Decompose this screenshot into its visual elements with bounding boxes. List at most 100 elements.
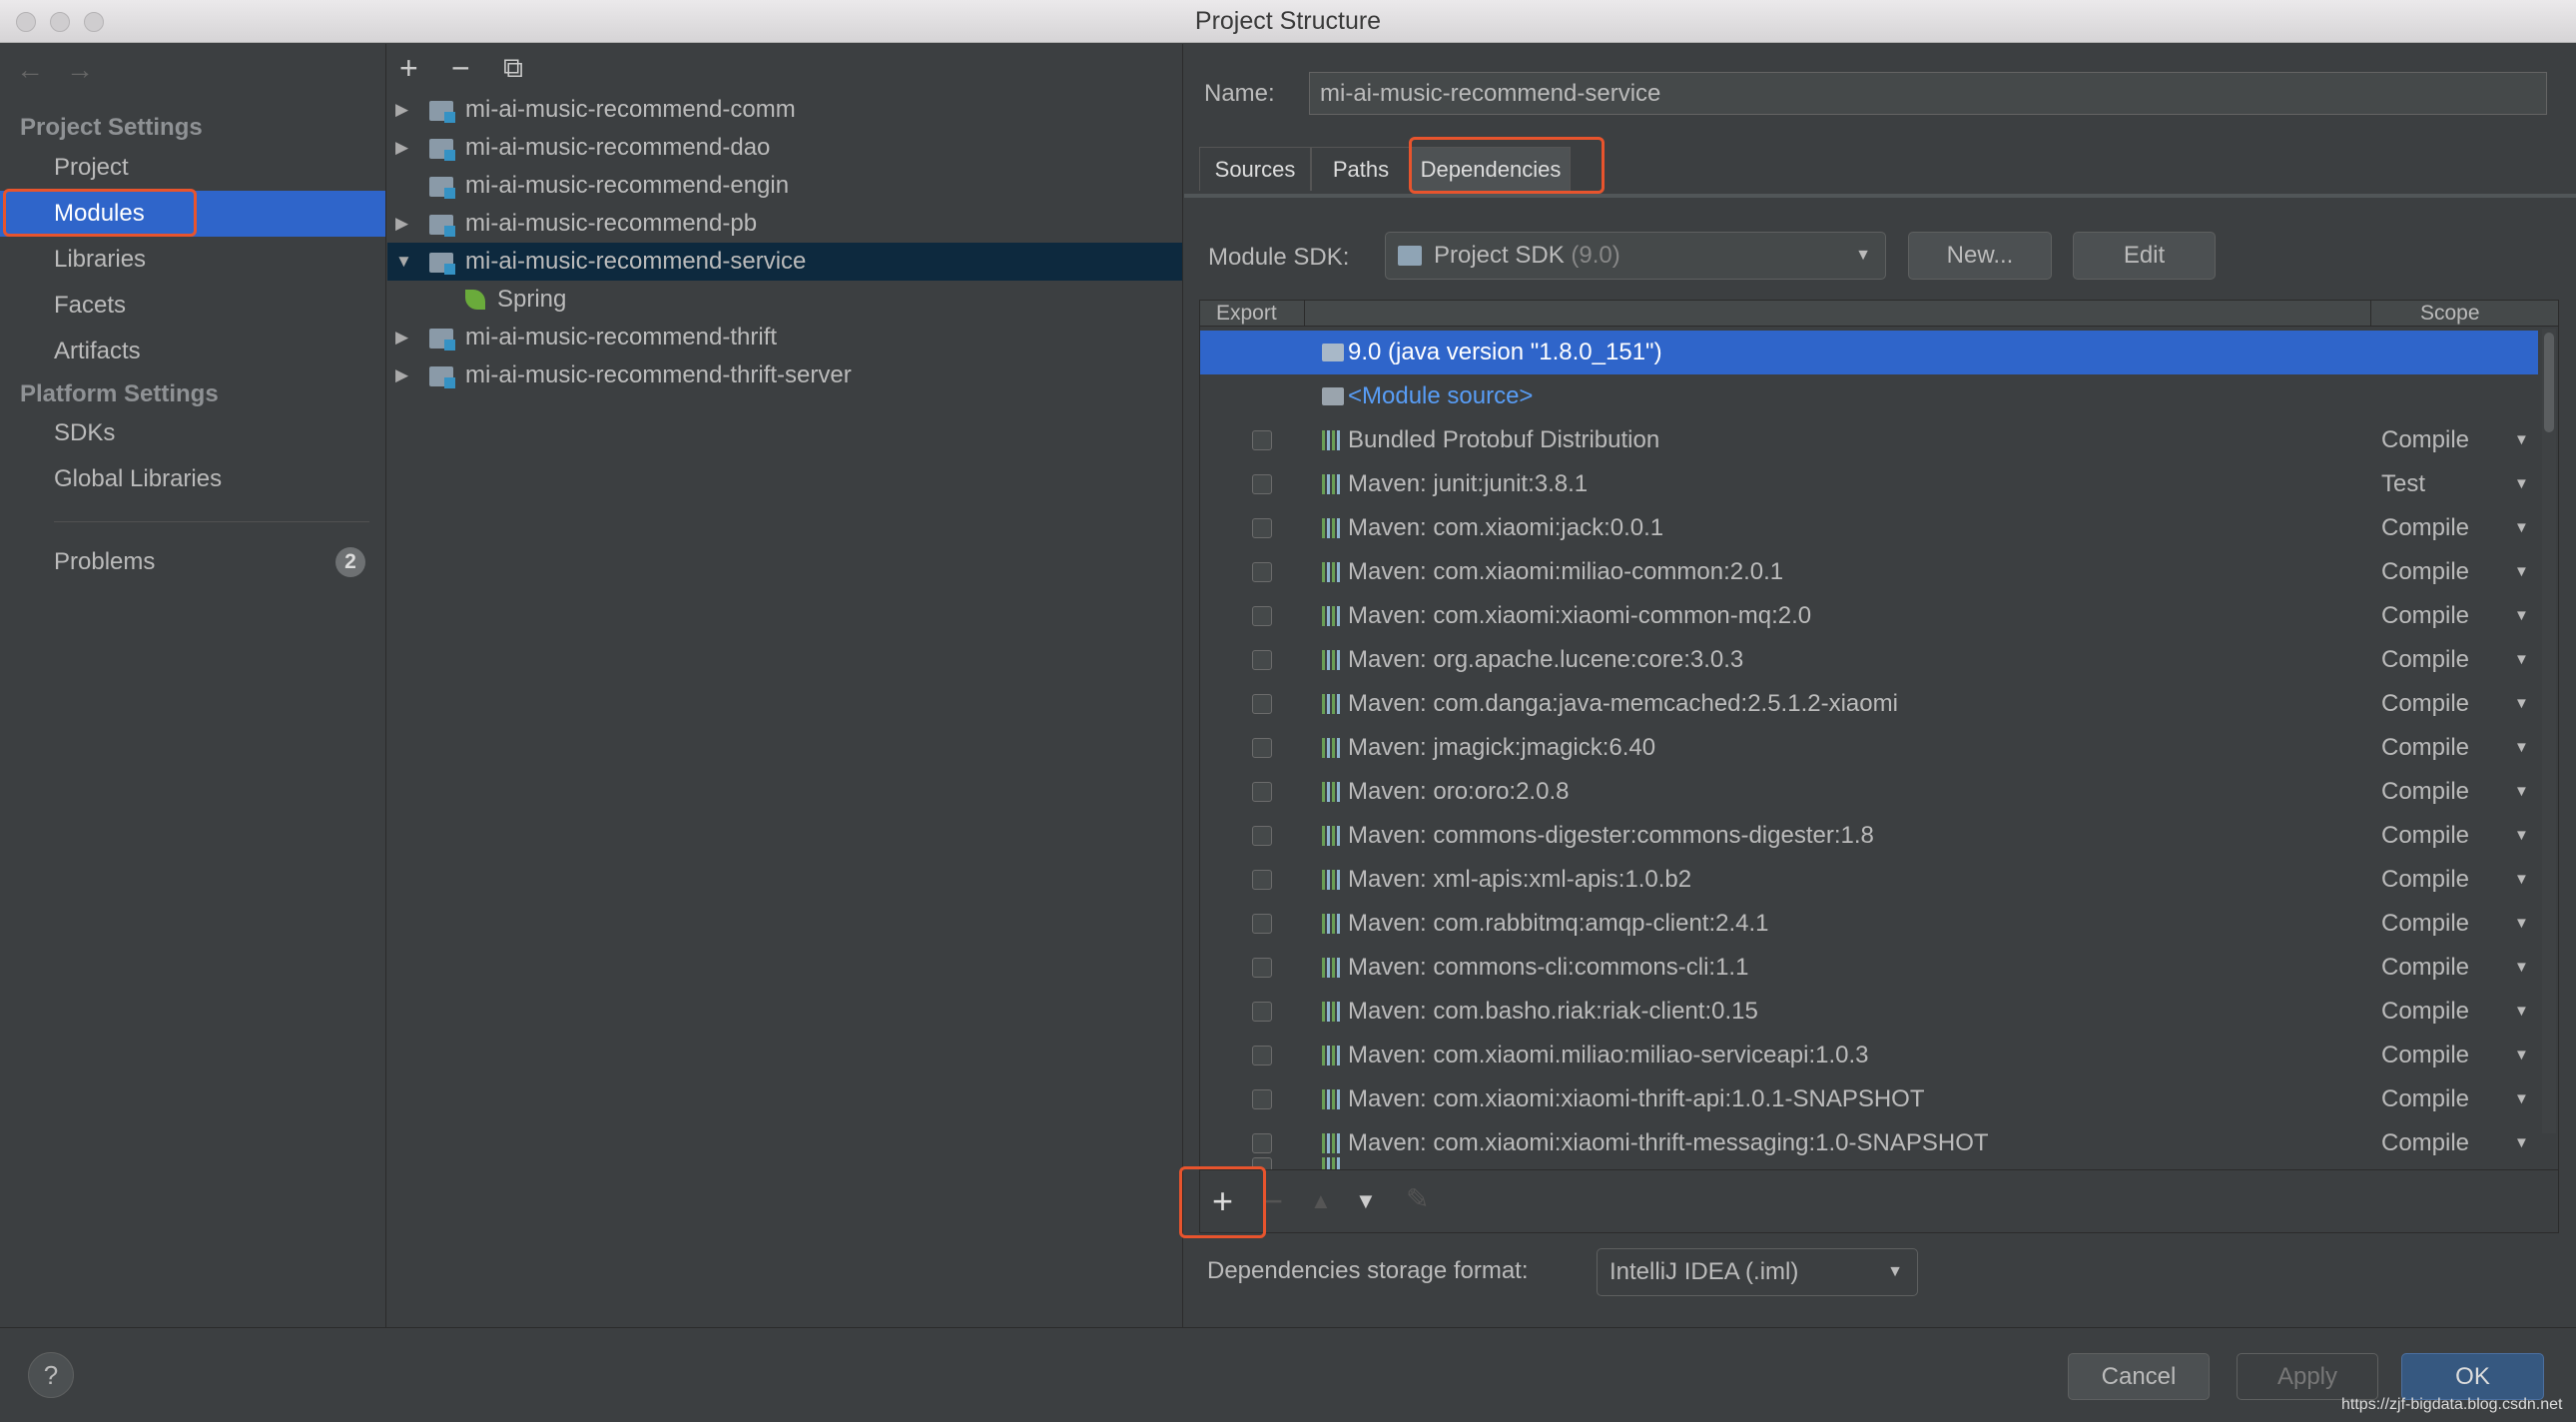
minimize-window-button[interactable] [50,12,70,32]
scope-dropdown[interactable]: Compile [2381,858,2469,902]
chevron-down-icon[interactable]: ▼ [2514,814,2529,858]
tree-item[interactable]: ▶ mi-ai-music-recommend-dao [387,129,1182,167]
export-checkbox[interactable] [1252,474,1272,494]
export-checkbox[interactable] [1252,650,1272,670]
table-row[interactable]: Maven: com.xiaomi.miliao:miliao-servicea… [1200,1034,2538,1077]
module-name-input[interactable] [1309,72,2547,115]
ok-button[interactable]: OK [2401,1353,2544,1400]
export-checkbox[interactable] [1252,606,1272,626]
table-row[interactable]: Bundled Protobuf Distribution Compile ▼ [1200,418,2538,462]
chevron-down-icon[interactable]: ▼ [2514,858,2529,902]
move-down-button[interactable]: ▼ [1355,1188,1377,1214]
apply-button[interactable]: Apply [2237,1353,2378,1400]
table-row[interactable]: Maven: junit:junit:3.8.1 Test ▼ [1200,462,2538,506]
storage-format-dropdown[interactable]: IntelliJ IDEA (.iml) ▼ [1597,1248,1918,1296]
scope-dropdown[interactable]: Compile [2381,990,2469,1034]
export-checkbox[interactable] [1252,430,1272,450]
sidebar-item-facets[interactable]: Facets [0,283,385,329]
export-column-header[interactable]: Export [1216,301,1277,327]
tab-sources[interactable]: Sources [1199,147,1311,191]
move-up-button[interactable]: ▲ [1310,1188,1332,1214]
scope-dropdown[interactable]: Compile [2381,1077,2469,1121]
sidebar-item-problems[interactable]: Problems [0,539,385,585]
tree-item[interactable]: ▶ mi-ai-music-recommend-thrift [387,319,1182,356]
sidebar-item-project[interactable]: Project [0,145,385,191]
chevron-down-icon[interactable]: ▼ [2514,506,2529,550]
sidebar-item-artifacts[interactable]: Artifacts [0,329,385,374]
sidebar-item-libraries[interactable]: Libraries [0,237,385,283]
chevron-down-icon[interactable]: ▼ [2514,418,2529,462]
table-row[interactable]: Maven: jmagick:jmagick:6.40 Compile ▼ [1200,726,2538,770]
table-row[interactable]: Maven: com.rabbitmq:amqp-client:2.4.1 Com… [1200,902,2538,946]
copy-icon[interactable]: ⧉ [503,52,523,85]
chevron-down-icon[interactable]: ▼ [2514,946,2529,990]
chevron-down-icon[interactable]: ▼ [2514,550,2529,594]
maximize-window-button[interactable] [84,12,104,32]
table-row[interactable]: Maven: com.basho.riak:riak-client:0.15 Co… [1200,990,2538,1034]
expand-arrow-icon[interactable]: ▶ [395,205,408,243]
table-row[interactable]: Maven: com.xiaomi:xiaomi-common-mq:2.0 Co… [1200,594,2538,638]
expand-arrow-icon[interactable]: ▶ [395,356,408,394]
chevron-down-icon[interactable]: ▼ [2514,726,2529,770]
edit-dependency-button[interactable]: ✎ [1406,1182,1429,1215]
edit-sdk-button[interactable]: Edit [2073,232,2216,280]
table-row[interactable]: Maven: oro:oro:2.0.8 Compile ▼ [1200,770,2538,814]
forward-arrow-icon[interactable]: → [66,54,94,86]
export-checkbox[interactable] [1252,782,1272,802]
module-sdk-dropdown[interactable]: Project SDK (9.0) ▼ [1385,232,1886,280]
chevron-down-icon[interactable]: ▼ [2514,638,2529,682]
export-checkbox[interactable] [1252,914,1272,934]
scope-dropdown[interactable]: Compile [2381,638,2469,682]
scope-dropdown[interactable]: Compile [2381,506,2469,550]
table-scrollbar[interactable] [2542,329,2556,1133]
expand-arrow-icon[interactable]: ▼ [395,243,412,281]
scope-dropdown[interactable]: Compile [2381,594,2469,638]
chevron-down-icon[interactable]: ▼ [2514,594,2529,638]
sidebar-item-global-libraries[interactable]: Global Libraries [0,456,385,502]
export-checkbox[interactable] [1252,958,1272,978]
scope-dropdown[interactable]: Compile [2381,946,2469,990]
export-checkbox[interactable] [1252,870,1272,890]
scope-dropdown[interactable]: Compile [2381,550,2469,594]
scope-dropdown[interactable]: Compile [2381,770,2469,814]
table-row[interactable]: Maven: commons-digester:commons-digester… [1200,814,2538,858]
close-window-button[interactable] [16,12,36,32]
remove-icon[interactable]: − [451,50,470,87]
tree-item[interactable]: mi-ai-music-recommend-engin [387,167,1182,205]
scope-dropdown[interactable]: Compile [2381,1034,2469,1077]
tree-item[interactable]: ▶ mi-ai-music-recommend-thrift-server [387,356,1182,394]
chevron-down-icon[interactable]: ▼ [2514,682,2529,726]
table-row[interactable]: 9.0 (java version "1.8.0_151") [1200,331,2538,374]
chevron-down-icon[interactable]: ▼ [2514,1077,2529,1121]
table-row[interactable]: Maven: com.xiaomi:jack:0.0.1 Compile ▼ [1200,506,2538,550]
scope-column-header[interactable]: Scope [2420,301,2480,327]
scope-dropdown[interactable]: Compile [2381,682,2469,726]
table-row[interactable]: Maven: org.apache.lucene:core:3.0.3 Compi… [1200,638,2538,682]
scope-dropdown[interactable]: Compile [2381,814,2469,858]
scope-dropdown[interactable]: Compile [2381,902,2469,946]
table-row[interactable]: <Module source> [1200,374,2538,418]
expand-arrow-icon[interactable]: ▶ [395,319,408,356]
table-row[interactable]: Maven: commons-cli:commons-cli:1.1 Compil… [1200,946,2538,990]
export-checkbox[interactable] [1252,826,1272,846]
table-row[interactable]: Maven: xml-apis:xml-apis:1.0.b2 Compile ▼ [1200,858,2538,902]
scope-dropdown[interactable]: Test [2381,462,2425,506]
export-checkbox[interactable] [1252,518,1272,538]
scope-dropdown[interactable]: Compile [2381,418,2469,462]
export-checkbox[interactable] [1252,738,1272,758]
table-row[interactable]: Maven: com.danga:java-memcached:2.5.1.2-… [1200,682,2538,726]
table-row[interactable]: Maven: com.xiaomi:xiaomi-thrift-api:1.0.… [1200,1077,2538,1121]
tree-item[interactable]: Spring [387,281,1182,319]
export-checkbox[interactable] [1252,562,1272,582]
new-sdk-button[interactable]: New... [1908,232,2052,280]
export-checkbox[interactable] [1252,1046,1272,1066]
back-arrow-icon[interactable]: ← [16,54,44,86]
expand-arrow-icon[interactable]: ▶ [395,129,408,167]
export-checkbox[interactable] [1252,694,1272,714]
scope-dropdown[interactable]: Compile [2381,726,2469,770]
chevron-down-icon[interactable]: ▼ [2514,1034,2529,1077]
tree-item[interactable]: ▶ mi-ai-music-recommend-comm [387,91,1182,129]
export-checkbox[interactable] [1252,1002,1272,1022]
table-row[interactable]: Maven: com.xiaomi:miliao-common:2.0.1 Com… [1200,550,2538,594]
help-button[interactable]: ? [28,1352,74,1398]
